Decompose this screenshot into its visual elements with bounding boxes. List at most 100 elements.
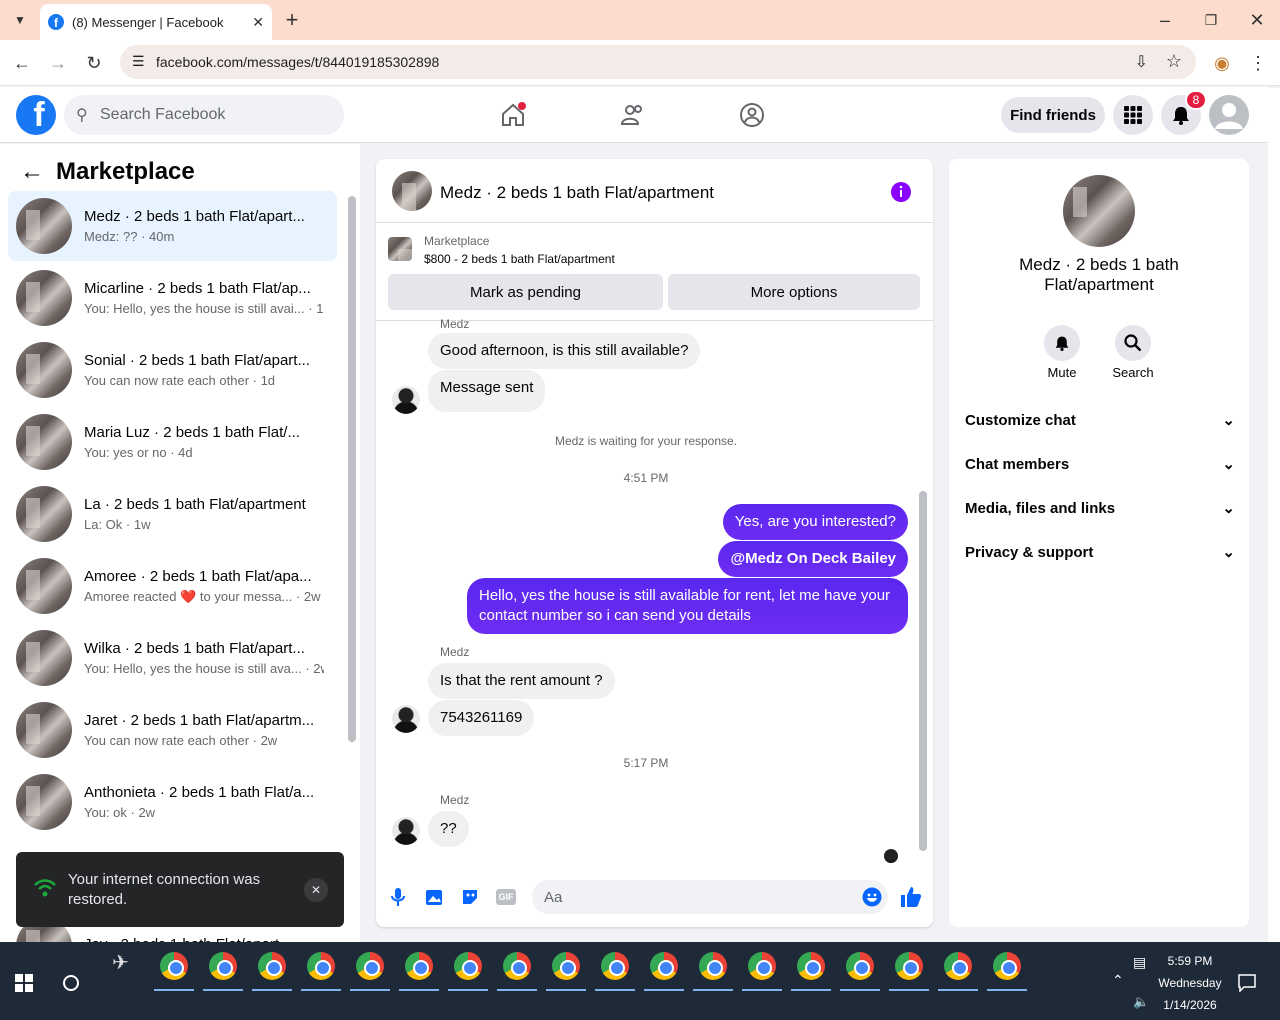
incoming-message[interactable]: ?? [428,811,469,847]
groups-icon[interactable] [736,99,768,131]
clock-day[interactable]: Wednesday [1150,976,1230,990]
find-friends-button[interactable]: Find friends [1001,97,1105,133]
incoming-message[interactable]: Good afternoon, is this still available? [428,333,701,369]
conversation-item[interactable]: Amoree · 2 beds 1 bath Flat/apa... Amoree… [8,551,337,621]
chrome-taskbar-icon[interactable] [748,952,776,980]
pinned-app-icon[interactable]: ✈ [112,950,129,975]
chrome-taskbar-icon[interactable] [160,952,188,980]
chrome-taskbar-icon[interactable] [797,952,825,980]
chrome-taskbar-icon[interactable] [209,952,237,980]
message-input[interactable]: Aa [532,880,888,914]
restore-icon[interactable]: ❐ [1196,5,1226,35]
minimize-icon[interactable]: – [1150,5,1180,35]
sticker-icon[interactable] [460,887,480,907]
tab-search-icon[interactable]: ▼ [5,5,35,35]
conversation-item[interactable]: Medz · 2 beds 1 bath Flat/apart... Medz: … [8,191,337,261]
outgoing-message[interactable]: Hello, yes the house is still available … [467,578,908,634]
profile-icon[interactable]: ◉ [1207,48,1237,78]
chrome-taskbar-icon[interactable] [895,952,923,980]
incoming-message[interactable]: 7543261169 [428,700,535,736]
chrome-taskbar-icon[interactable] [699,952,727,980]
windows-start-icon[interactable] [15,974,33,992]
facebook-logo-icon[interactable]: f [16,95,56,135]
browser-tab[interactable]: f (8) Messenger | Facebook ✕ [40,4,272,40]
photo-icon[interactable] [425,887,445,907]
cortana-icon[interactable] [63,975,79,991]
chat-scrollbar[interactable] [919,491,927,851]
chrome-taskbar-icon[interactable] [356,952,384,980]
incoming-message[interactable]: Message sent [428,370,546,412]
profile-avatar[interactable] [1063,175,1135,247]
chrome-taskbar-icon[interactable] [405,952,433,980]
media-files-links-section[interactable]: Media, files and links ⌄ [965,499,1235,518]
mute-button[interactable] [1044,325,1080,361]
search-facebook-input[interactable]: ⚲ Search Facebook [64,95,344,135]
conversation-item[interactable]: Maria Luz · 2 beds 1 bath Flat/... You: y… [8,407,337,477]
back-icon[interactable]: ← [7,48,37,78]
back-arrow-icon[interactable]: ← [20,158,44,186]
sender-avatar[interactable] [392,386,420,414]
listing-title[interactable]: $800 - 2 beds 1 bath Flat/apartment [424,252,615,266]
account-avatar[interactable] [1209,95,1249,135]
mark-as-pending-button[interactable]: Mark as pending [388,274,663,310]
volume-icon[interactable]: 🔈 [1133,994,1149,1010]
new-tab-icon[interactable]: + [277,5,307,35]
chat-title[interactable]: Medz · 2 beds 1 bath Flat/apartment [440,183,714,203]
more-options-button[interactable]: More options [668,274,920,310]
conversation-item[interactable]: Sonial · 2 beds 1 bath Flat/apart... You … [8,335,337,405]
bookmark-star-icon[interactable]: ☆ [1166,51,1182,72]
wifi-icon [34,879,56,897]
site-info-icon[interactable]: ☰ [132,53,145,70]
chrome-taskbar-icon[interactable] [650,952,678,980]
forward-icon[interactable]: → [43,48,73,78]
chrome-taskbar-icon[interactable] [993,952,1021,980]
toast-close-icon[interactable]: ✕ [304,878,328,902]
conversation-item[interactable]: Wilka · 2 beds 1 bath Flat/apart... You: … [8,623,337,693]
customize-chat-section[interactable]: Customize chat ⌄ [965,411,1235,430]
friends-icon[interactable] [617,99,649,131]
incoming-message[interactable]: Is that the rent amount ? [428,663,615,699]
sender-avatar[interactable] [392,705,420,733]
menu-dots-icon[interactable]: ⋮ [1243,48,1273,78]
sender-avatar[interactable] [392,817,420,845]
page-scrollbar[interactable] [1268,88,1280,942]
menu-grid-icon[interactable] [1113,95,1153,135]
chrome-taskbar-icon[interactable] [846,952,874,980]
search-chat-button[interactable] [1115,325,1151,361]
window-close-icon[interactable]: ✕ [1242,5,1272,35]
network-icon[interactable]: ▤ [1133,954,1146,971]
chrome-taskbar-icon[interactable] [944,952,972,980]
chrome-taskbar-icon[interactable] [258,952,286,980]
tab-close-icon[interactable]: ✕ [252,14,264,31]
conversation-item[interactable]: Jaret · 2 beds 1 bath Flat/apartm... You … [8,695,337,765]
chrome-taskbar-icon[interactable] [503,952,531,980]
clock-time[interactable]: 5:59 PM [1150,954,1230,968]
outgoing-message[interactable]: @Medz On Deck Bailey [718,541,908,577]
notification-center-icon[interactable] [1238,974,1256,992]
emoji-icon[interactable] [862,887,882,907]
conversation-name: La · 2 beds 1 bath Flat/apartment [84,496,306,513]
sidebar-scrollbar[interactable] [348,196,356,742]
gif-icon[interactable]: GIF [496,889,516,905]
reload-icon[interactable]: ↻ [79,48,109,78]
install-app-icon[interactable]: ⇩ [1135,52,1148,72]
home-icon[interactable] [497,99,529,131]
show-hidden-icons-icon[interactable]: ⌃ [1112,972,1124,989]
chat-avatar[interactable] [392,171,432,211]
chat-info-icon[interactable] [890,181,912,203]
like-thumb-icon[interactable] [900,886,922,908]
conversation-item[interactable]: Anthonieta · 2 beds 1 bath Flat/a... You:… [8,767,337,837]
chrome-taskbar-icon[interactable] [601,952,629,980]
outgoing-message[interactable]: Yes, are you interested? [722,504,908,540]
privacy-support-section[interactable]: Privacy & support ⌄ [965,543,1235,562]
chat-members-section[interactable]: Chat members ⌄ [965,455,1235,474]
microphone-icon[interactable] [390,887,406,907]
listing-thumbnail[interactable] [388,237,412,261]
chrome-taskbar-icon[interactable] [307,952,335,980]
address-bar[interactable]: ☰ facebook.com/messages/t/84401918530289… [120,45,1196,79]
chrome-taskbar-icon[interactable] [454,952,482,980]
conversation-item[interactable]: La · 2 beds 1 bath Flat/apartment La: Ok … [8,479,337,549]
conversation-item[interactable]: Micarline · 2 beds 1 bath Flat/ap... You:… [8,263,337,333]
clock-date[interactable]: 1/14/2026 [1150,998,1230,1012]
chrome-taskbar-icon[interactable] [552,952,580,980]
